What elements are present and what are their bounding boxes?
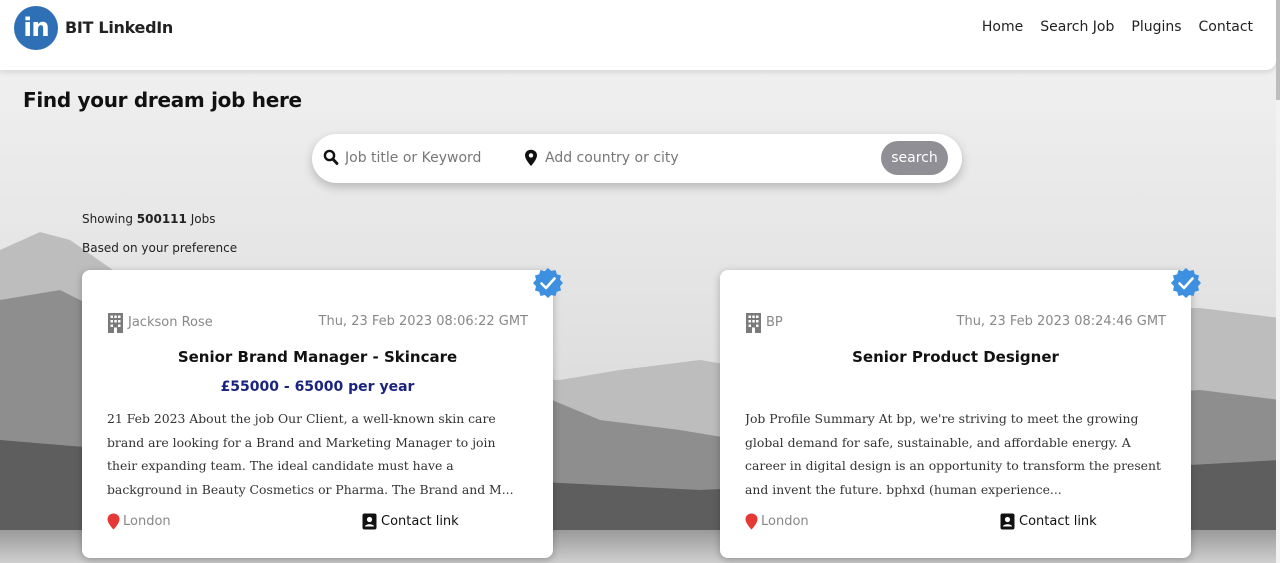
nav-search-job-link[interactable]: Search Job [1040,19,1114,35]
contact-link-label[interactable]: Contact link [1019,514,1097,529]
job-title[interactable]: Senior Brand Manager - Skincare [82,348,553,366]
search-button[interactable]: search [881,141,948,175]
location-pin-icon [745,513,758,530]
job-count: 500111 [136,212,187,226]
building-icon [108,313,123,333]
contact-card-icon [1000,513,1015,530]
contact-link-label[interactable]: Contact link [381,514,459,529]
contact-link[interactable]: Contact link [362,513,459,530]
page-title: Find your dream job here [23,88,302,112]
location-pin-icon [107,513,120,530]
company-name: Jackson Rose [128,315,213,330]
top-navbar: in BIT LinkedIn Home Search Job Plugins … [0,0,1276,70]
location-input[interactable] [545,147,845,169]
job-card[interactable]: Jackson Rose Thu, 23 Feb 2023 08:06:22 G… [82,268,563,558]
verified-badge-icon [1171,268,1201,298]
showing-prefix: Showing [82,212,133,226]
showing-suffix: Jobs [190,212,216,226]
results-count: Showing 500111 Jobs [82,212,215,226]
company: BP [745,312,783,333]
keyword-input[interactable] [345,147,515,169]
job-location: London [107,513,171,530]
location-name: London [761,514,809,529]
map-pin-icon [525,149,537,166]
logo-icon[interactable]: in [14,6,58,50]
posted-date: Thu, 23 Feb 2023 08:24:46 GMT [956,314,1166,329]
nav-home-link[interactable]: Home [982,19,1023,35]
job-card[interactable]: BP Thu, 23 Feb 2023 08:24:46 GMT Senior … [720,268,1201,558]
nav-contact-link[interactable]: Contact [1199,19,1253,35]
contact-card-icon [362,513,377,530]
job-description: 21 Feb 2023 About the job Our Client, a … [107,411,514,497]
location-name: London [123,514,171,529]
company-name: BP [766,315,783,330]
brand-name[interactable]: BIT LinkedIn [65,18,173,37]
posted-date: Thu, 23 Feb 2023 08:06:22 GMT [318,314,528,329]
building-icon [746,313,761,333]
job-title[interactable]: Senior Product Designer [720,348,1191,366]
job-search-bar: search [312,134,962,183]
company: Jackson Rose [107,312,213,333]
page-scrollbar[interactable] [1276,0,1280,563]
main-nav: Home Search Job Plugins Contact [982,19,1253,35]
job-location: London [745,513,809,530]
search-icon [323,149,339,165]
scrollbar-thumb[interactable] [1276,0,1280,100]
salary: £55000 - 65000 per year [220,379,415,395]
nav-plugins-link[interactable]: Plugins [1131,19,1181,35]
preference-note: Based on your preference [82,241,238,255]
job-description: Job Profile Summary At bp, we're strivin… [745,411,1161,497]
contact-link[interactable]: Contact link [1000,513,1097,530]
verified-badge-icon [533,268,563,298]
